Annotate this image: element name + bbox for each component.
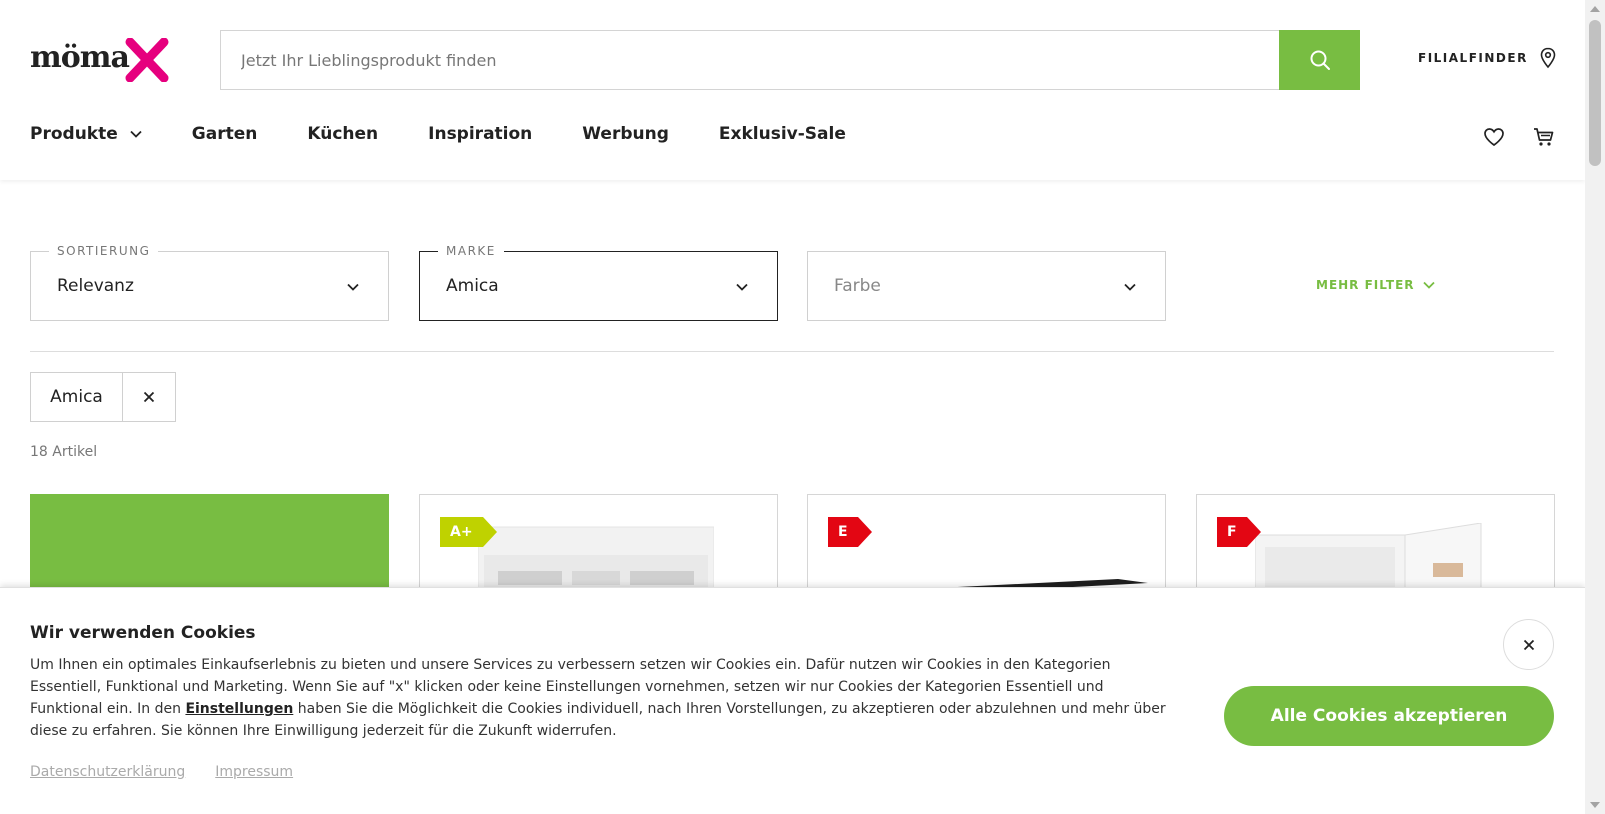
cookie-footer-links: Datenschutzerklärung Impressum xyxy=(30,764,293,780)
chevron-down-icon xyxy=(736,283,748,291)
badge-arrow xyxy=(482,517,497,547)
chevron-down-icon xyxy=(130,130,142,138)
active-filter-chip: Amica xyxy=(30,372,176,422)
cart-button[interactable] xyxy=(1531,124,1557,150)
logo-wordmark: möma xyxy=(30,40,130,75)
scroll-down-arrow-icon[interactable] xyxy=(1590,802,1600,808)
energy-label-badge: E xyxy=(828,517,872,547)
brand-legend: MARKE xyxy=(438,244,504,258)
moemax-logo[interactable]: möma xyxy=(30,38,169,84)
cookie-banner: Wir verwenden Cookies Um Ihnen ein optim… xyxy=(0,587,1585,814)
filialfinder-label: FILIALFINDER xyxy=(1418,51,1528,65)
energy-label-badge: F xyxy=(1217,517,1261,547)
energy-class: A+ xyxy=(440,517,483,547)
location-pin-icon xyxy=(1540,47,1556,69)
privacy-policy-link[interactable]: Datenschutzerklärung xyxy=(30,764,185,780)
energy-class: E xyxy=(828,517,858,547)
sort-select[interactable]: SORTIERUNG Relevanz xyxy=(30,244,389,321)
scrollbar-thumb[interactable] xyxy=(1589,20,1601,166)
badge-arrow xyxy=(1246,517,1261,547)
active-filter-label: Amica xyxy=(31,373,123,421)
cookie-close-button[interactable] xyxy=(1503,619,1554,670)
filialfinder-link[interactable]: FILIALFINDER xyxy=(1418,46,1556,70)
wishlist-button[interactable] xyxy=(1481,124,1507,150)
nav-item-produkte[interactable]: Produkte xyxy=(30,124,142,144)
result-count: 18 Artikel xyxy=(30,444,98,460)
nav-item-label: Werbung xyxy=(582,124,669,144)
scroll-up-arrow-icon[interactable] xyxy=(1590,6,1600,12)
nav-item-kuechen[interactable]: Küchen xyxy=(307,124,378,144)
imprint-link[interactable]: Impressum xyxy=(215,764,293,780)
accept-all-cookies-button[interactable]: Alle Cookies akzeptieren xyxy=(1224,686,1554,746)
energy-class: F xyxy=(1217,517,1247,547)
nav-item-label: Inspiration xyxy=(428,124,533,144)
chevron-down-icon xyxy=(347,283,359,291)
chevron-down-icon xyxy=(1422,281,1435,289)
energy-label-badge: A+ xyxy=(440,517,497,547)
nav-item-label: Garten xyxy=(191,124,258,144)
filter-divider xyxy=(30,351,1554,352)
brand-select[interactable]: MARKE Amica xyxy=(419,244,778,321)
nav-item-exklusiv-sale[interactable]: Exklusiv-Sale xyxy=(719,124,846,144)
search-bar xyxy=(220,30,1360,90)
sort-legend: SORTIERUNG xyxy=(49,244,159,258)
search-button[interactable] xyxy=(1279,30,1360,90)
cart-icon xyxy=(1534,128,1554,146)
chevron-down-icon xyxy=(1124,283,1136,291)
search-icon xyxy=(1310,50,1330,70)
nav-item-label: Produkte xyxy=(30,124,118,144)
heart-icon xyxy=(1484,128,1504,147)
nav-item-label: Exklusiv-Sale xyxy=(718,124,846,144)
color-select[interactable]: Farbe xyxy=(807,251,1166,321)
cookie-title: Wir verwenden Cookies xyxy=(30,623,256,643)
nav-item-inspiration[interactable]: Inspiration xyxy=(428,124,532,144)
cookie-settings-link[interactable]: Einstellungen xyxy=(185,701,293,717)
nav-item-label: Küchen xyxy=(307,124,379,144)
more-filter-label: MEHR FILTER xyxy=(1316,278,1415,292)
remove-filter-button[interactable] xyxy=(123,373,175,421)
cookie-text: Um Ihnen ein optimales Einkaufserlebnis … xyxy=(30,654,1170,742)
close-icon xyxy=(1523,639,1534,650)
color-placeholder: Farbe xyxy=(834,276,881,296)
site-header: möma FILIALFINDER Produkte Garten xyxy=(0,0,1585,180)
brand-value: Amica xyxy=(446,276,499,296)
nav-item-garten[interactable]: Garten xyxy=(192,124,258,144)
page-scrollbar[interactable] xyxy=(1585,0,1605,814)
nav-item-werbung[interactable]: Werbung xyxy=(582,124,669,144)
more-filter-button[interactable]: MEHR FILTER xyxy=(1316,278,1435,292)
sort-value: Relevanz xyxy=(57,276,134,296)
main-navigation: Produkte Garten Küchen Inspiration Werbu… xyxy=(30,124,896,144)
search-input[interactable] xyxy=(221,31,1279,89)
badge-arrow xyxy=(857,517,872,547)
close-icon xyxy=(143,391,155,403)
logo-x-icon xyxy=(125,38,169,82)
